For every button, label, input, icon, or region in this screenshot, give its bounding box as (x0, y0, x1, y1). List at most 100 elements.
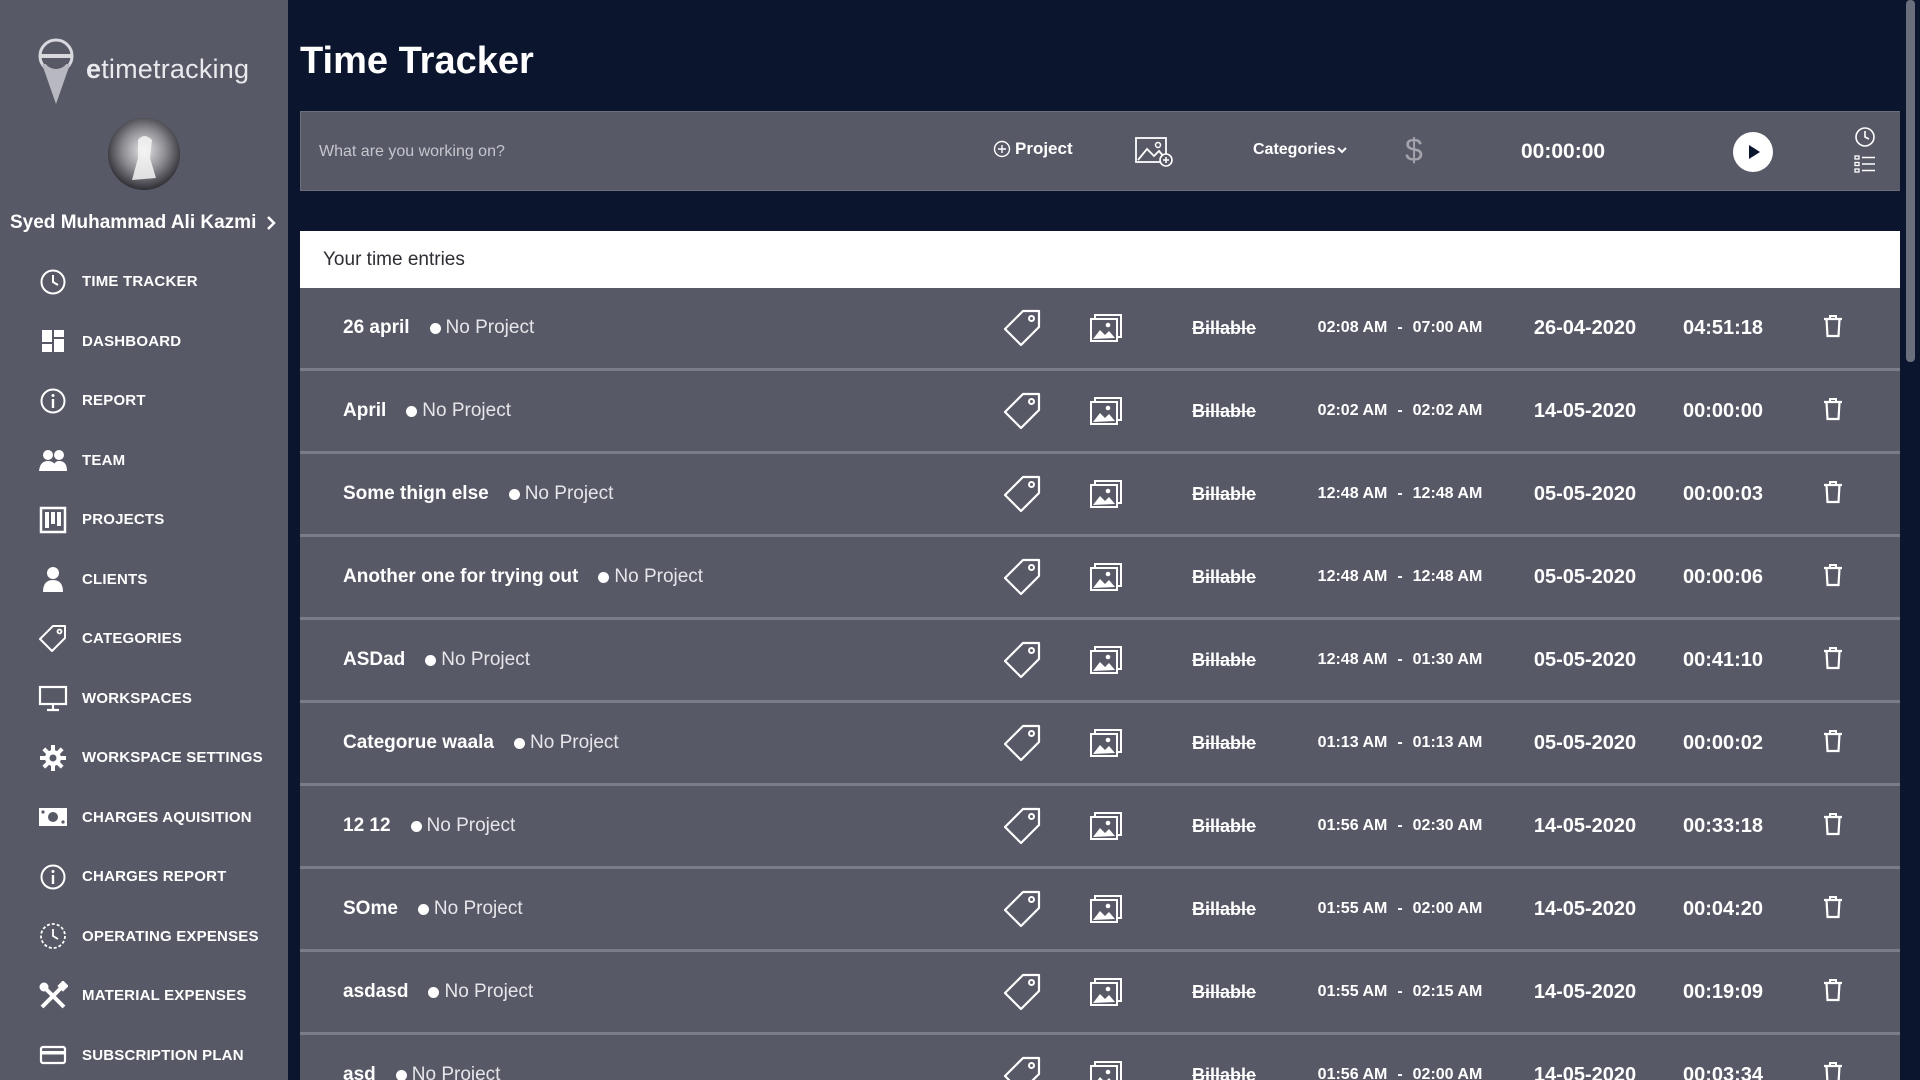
entry-project[interactable]: No Project (427, 815, 516, 837)
entry-date[interactable]: 05-05-2020 (1520, 620, 1650, 700)
delete-entry-button[interactable] (1823, 1035, 1843, 1080)
entry-time-range[interactable]: 12:48 AM -12:48 AM (1300, 537, 1500, 617)
sidebar-item-charges-aquisition[interactable]: CHARGES AQUISITION (0, 788, 288, 848)
entry-billable-toggle[interactable]: Billable (1170, 620, 1278, 700)
entry-description[interactable]: Categorue waala (343, 732, 494, 754)
delete-entry-button[interactable] (1823, 371, 1843, 451)
entry-time-range[interactable]: 12:48 AM -12:48 AM (1300, 454, 1500, 534)
entry-tag-icon[interactable] (1003, 703, 1043, 783)
user-profile-link[interactable]: Syed Muhammad Ali Kazmi (10, 212, 280, 234)
delete-entry-button[interactable] (1823, 869, 1843, 949)
start-timer-button[interactable] (1733, 132, 1773, 172)
manual-mode-list-icon[interactable] (1854, 154, 1876, 174)
page-scrollbar[interactable] (1900, 0, 1920, 1080)
entry-project[interactable]: No Project (441, 649, 530, 671)
entry-project[interactable]: No Project (444, 981, 533, 1003)
entry-image-icon[interactable] (1089, 454, 1123, 534)
sidebar-item-workspaces[interactable]: WORKSPACES (0, 669, 288, 729)
sidebar-item-subscription-plan[interactable]: SUBSCRIPTION PLAN (0, 1026, 288, 1080)
entry-date[interactable]: 05-05-2020 (1520, 537, 1650, 617)
timer-mode-clock-icon[interactable] (1854, 126, 1876, 148)
entry-date[interactable]: 05-05-2020 (1520, 703, 1650, 783)
entry-date[interactable]: 14-05-2020 (1520, 1035, 1650, 1080)
avatar[interactable] (108, 118, 180, 190)
entry-billable-toggle[interactable]: Billable (1170, 703, 1278, 783)
entry-image-icon[interactable] (1089, 869, 1123, 949)
entry-tag-icon[interactable] (1003, 869, 1043, 949)
entry-time-range[interactable]: 01:56 AM -02:30 AM (1300, 786, 1500, 866)
entry-project[interactable]: No Project (525, 483, 614, 505)
categories-dropdown[interactable]: Categories (1253, 141, 1348, 159)
sidebar-item-team[interactable]: TEAM (0, 431, 288, 491)
sidebar-item-charges-report[interactable]: CHARGES REPORT (0, 847, 288, 907)
sidebar-item-clients[interactable]: CLIENTS (0, 550, 288, 610)
entry-billable-toggle[interactable]: Billable (1170, 1035, 1278, 1080)
entry-description[interactable]: 26 april (343, 317, 410, 339)
app-logo[interactable]: etimetracking (36, 38, 249, 108)
delete-entry-button[interactable] (1823, 703, 1843, 783)
entry-image-icon[interactable] (1089, 537, 1123, 617)
entry-tag-icon[interactable] (1003, 952, 1043, 1032)
entry-description[interactable]: ASDad (343, 649, 405, 671)
entry-billable-toggle[interactable]: Billable (1170, 371, 1278, 451)
entry-image-icon[interactable] (1089, 1035, 1123, 1080)
sidebar-item-report[interactable]: REPORT (0, 371, 288, 431)
entry-description[interactable]: Another one for trying out (343, 566, 578, 588)
entry-image-icon[interactable] (1089, 371, 1123, 451)
sidebar-item-operating-expenses[interactable]: OPERATING EXPENSES (0, 907, 288, 967)
entry-description[interactable]: asd (343, 1064, 376, 1080)
delete-entry-button[interactable] (1823, 620, 1843, 700)
entry-image-icon[interactable] (1089, 952, 1123, 1032)
entry-time-range[interactable]: 01:56 AM -02:00 AM (1300, 1035, 1500, 1080)
entry-project[interactable]: No Project (614, 566, 703, 588)
entry-time-range[interactable]: 01:55 AM -02:15 AM (1300, 952, 1500, 1032)
entry-image-icon[interactable] (1089, 620, 1123, 700)
entry-date[interactable]: 05-05-2020 (1520, 454, 1650, 534)
entry-tag-icon[interactable] (1003, 288, 1043, 368)
entry-tag-icon[interactable] (1003, 537, 1043, 617)
entry-description[interactable]: Some thign else (343, 483, 489, 505)
entry-date[interactable]: 14-05-2020 (1520, 952, 1650, 1032)
sidebar-item-dashboard[interactable]: DASHBOARD (0, 312, 288, 372)
delete-entry-button[interactable] (1823, 537, 1843, 617)
entry-time-range[interactable]: 02:02 AM -02:02 AM (1300, 371, 1500, 451)
entry-image-icon[interactable] (1089, 703, 1123, 783)
entry-tag-icon[interactable] (1003, 620, 1043, 700)
sidebar-item-time-tracker[interactable]: TIME TRACKER (0, 252, 288, 312)
entry-project[interactable]: No Project (446, 317, 535, 339)
entry-date[interactable]: 14-05-2020 (1520, 371, 1650, 451)
entry-time-range[interactable]: 01:13 AM -01:13 AM (1300, 703, 1500, 783)
entry-project[interactable]: No Project (530, 732, 619, 754)
entry-billable-toggle[interactable]: Billable (1170, 786, 1278, 866)
entry-date[interactable]: 14-05-2020 (1520, 786, 1650, 866)
entry-project[interactable]: No Project (422, 400, 511, 422)
add-image-button[interactable] (1134, 134, 1174, 173)
entry-project[interactable]: No Project (412, 1064, 501, 1080)
entry-billable-toggle[interactable]: Billable (1170, 869, 1278, 949)
entry-date[interactable]: 26-04-2020 (1520, 288, 1650, 368)
entry-tag-icon[interactable] (1003, 1035, 1043, 1080)
scrollbar-thumb[interactable] (1906, 0, 1915, 362)
entry-time-range[interactable]: 01:55 AM -02:00 AM (1300, 869, 1500, 949)
entry-time-range[interactable]: 02:08 AM -07:00 AM (1300, 288, 1500, 368)
entry-image-icon[interactable] (1089, 288, 1123, 368)
entry-tag-icon[interactable] (1003, 454, 1043, 534)
entry-tag-icon[interactable] (1003, 371, 1043, 451)
entry-billable-toggle[interactable]: Billable (1170, 952, 1278, 1032)
delete-entry-button[interactable] (1823, 288, 1843, 368)
entry-time-range[interactable]: 12:48 AM -01:30 AM (1300, 620, 1500, 700)
entry-date[interactable]: 14-05-2020 (1520, 869, 1650, 949)
sidebar-item-material-expenses[interactable]: MATERIAL EXPENSES (0, 966, 288, 1026)
entry-billable-toggle[interactable]: Billable (1170, 537, 1278, 617)
delete-entry-button[interactable] (1823, 454, 1843, 534)
entry-billable-toggle[interactable]: Billable (1170, 454, 1278, 534)
entry-description[interactable]: asdasd (343, 981, 408, 1003)
sidebar-item-projects[interactable]: PROJECTS (0, 490, 288, 550)
entry-image-icon[interactable] (1089, 786, 1123, 866)
entry-tag-icon[interactable] (1003, 786, 1043, 866)
entry-description[interactable]: 12 12 (343, 815, 391, 837)
entry-project[interactable]: No Project (434, 898, 523, 920)
sidebar-item-categories[interactable]: CATEGORIES (0, 609, 288, 669)
entry-billable-toggle[interactable]: Billable (1170, 288, 1278, 368)
task-description-input[interactable] (319, 136, 839, 168)
